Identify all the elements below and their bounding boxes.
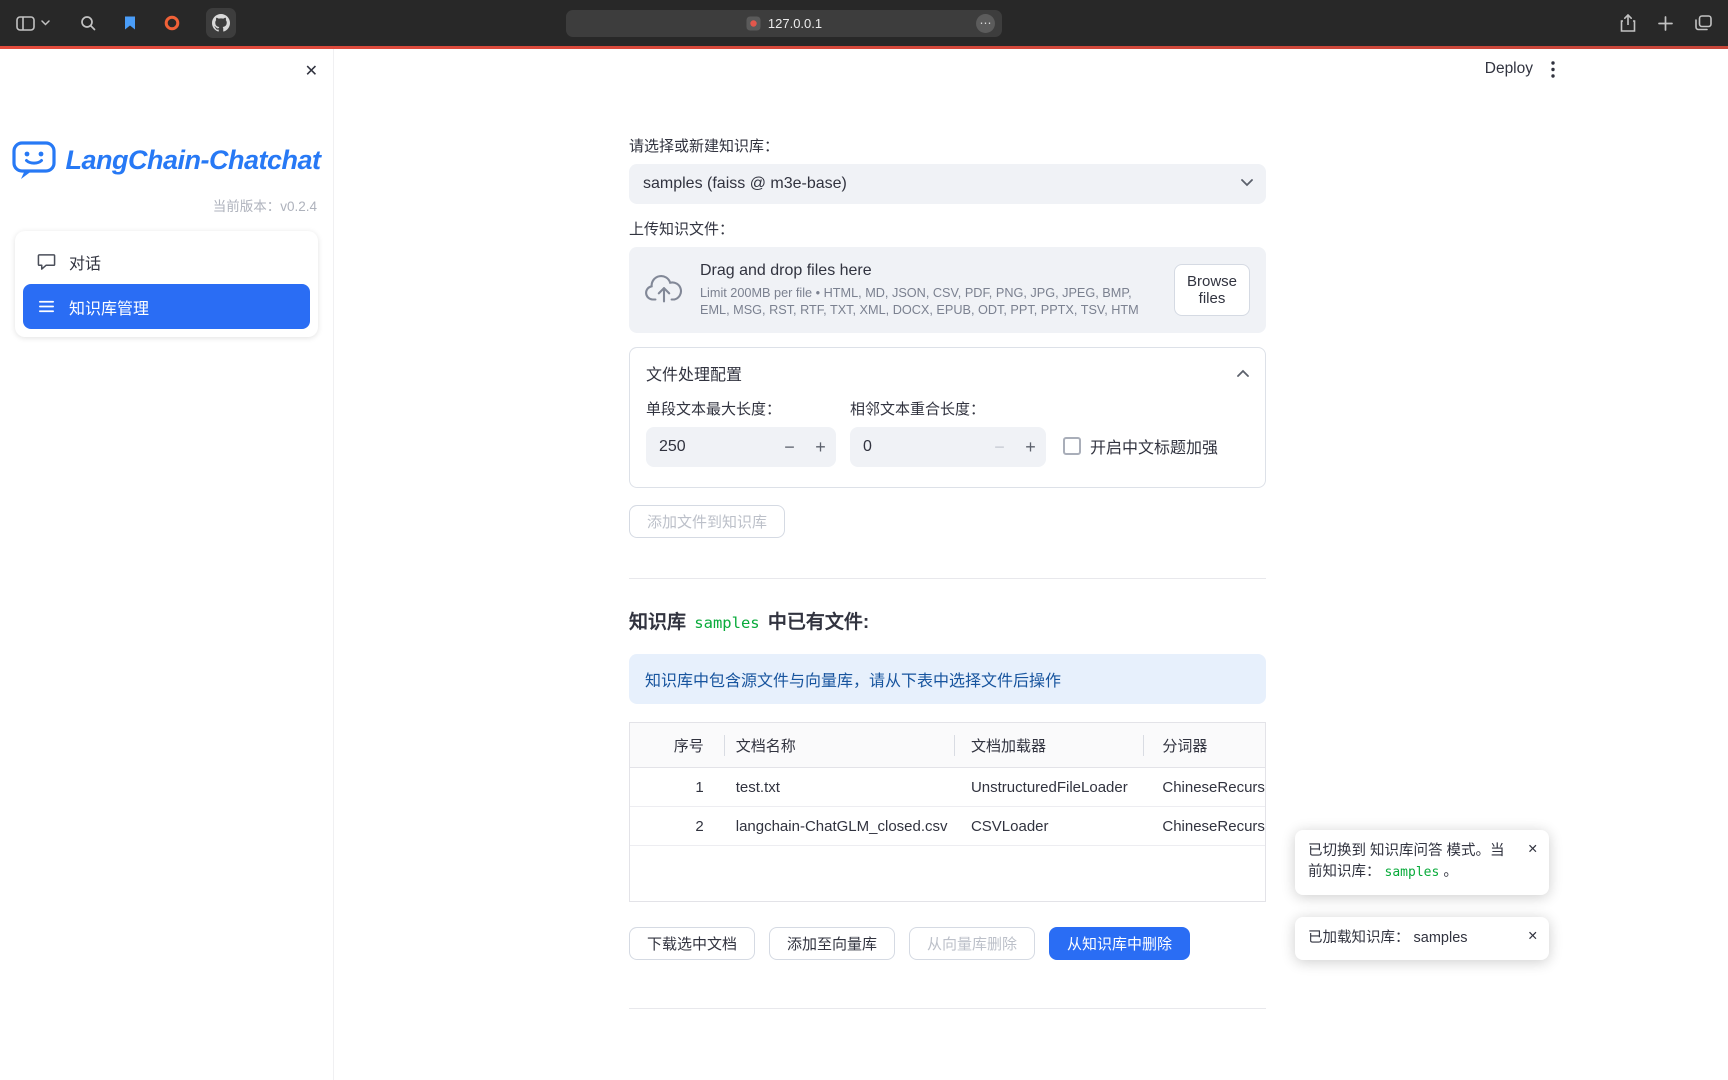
- expander-header[interactable]: 文件处理配置: [630, 348, 1265, 394]
- step-decrement-button: −: [984, 437, 1015, 458]
- new-tab-icon[interactable]: [1658, 16, 1673, 31]
- kb-files-heading: 知识库 samples 中已有文件:: [629, 607, 1266, 634]
- overlap-size-group: 相邻文本重合长度： 0 − +: [850, 398, 1046, 467]
- add-to-vector-store-button[interactable]: 添加至向量库: [769, 927, 895, 960]
- step-increment-button[interactable]: +: [1015, 437, 1046, 458]
- download-selected-button[interactable]: 下载选中文档: [629, 927, 755, 960]
- zh-title-enhance-checkbox[interactable]: 开启中文标题加强: [1063, 434, 1218, 458]
- overlap-size-input[interactable]: 0 − +: [850, 427, 1046, 467]
- step-increment-button[interactable]: +: [805, 437, 836, 458]
- divider: [629, 1008, 1266, 1009]
- knowledge-base-icon: [37, 297, 56, 316]
- delete-from-vector-store-button[interactable]: 从向量库删除: [909, 927, 1035, 960]
- sidebar: ✕ LangChain-Chatchat 当前版本：v0.2.4 对话: [0, 49, 334, 1080]
- share-icon[interactable]: [1620, 14, 1636, 33]
- sidebar-close-icon[interactable]: ✕: [305, 61, 318, 81]
- app-header-actions: Deploy: [1485, 60, 1555, 78]
- file-dropzone[interactable]: Drag and drop files here Limit 200MB per…: [629, 247, 1266, 333]
- info-banner: 知识库中包含源文件与向量库，请从下表中选择文件后操作: [629, 654, 1266, 704]
- table-header-row: 序号 文档名称 文档加载器 分词器: [630, 723, 1265, 768]
- cell-doc-name: langchain-ChatGLM_closed.csv: [725, 807, 955, 845]
- table-actions: 下载选中文档 添加至向量库 从向量库删除 从知识库中删除: [629, 927, 1266, 960]
- dropzone-limit: Limit 200MB per file • HTML, MD, JSON, C…: [700, 285, 1157, 318]
- delete-from-kb-button[interactable]: 从知识库中删除: [1049, 927, 1190, 960]
- table-row[interactable]: 2 langchain-ChatGLM_closed.csv CSVLoader…: [630, 807, 1265, 846]
- kb-select-label: 请选择或新建知识库：: [629, 135, 1266, 156]
- table-row[interactable]: 1 test.txt UnstructuredFileLoader Chines…: [630, 768, 1265, 807]
- sidebar-toggle-icon[interactable]: [16, 16, 35, 31]
- chevron-down-icon: [1241, 179, 1253, 187]
- chunk-size-input[interactable]: 250 − +: [646, 427, 836, 467]
- expander-body: 单段文本最大长度： 250 − + 相邻文本重合长度： 0 − +: [630, 394, 1265, 487]
- deploy-button[interactable]: Deploy: [1485, 60, 1533, 78]
- pinned-tab-blue-icon[interactable]: [122, 15, 138, 31]
- upload-label: 上传知识文件：: [629, 218, 1266, 239]
- toast-kb-name-code: samples: [1385, 865, 1440, 880]
- cell-index: 2: [630, 807, 725, 845]
- chevron-down-icon[interactable]: [41, 20, 50, 26]
- kebab-menu-icon[interactable]: [1551, 61, 1555, 78]
- cell-doc-name: test.txt: [725, 768, 955, 806]
- menu-item-knowledge-base[interactable]: 知识库管理: [23, 284, 310, 329]
- tabs-overview-icon[interactable]: [1695, 15, 1712, 31]
- divider: [629, 578, 1266, 579]
- heading-prefix: 知识库: [629, 612, 691, 633]
- toast-notification: 已切换到 知识库问答 模式。当前知识库： samples 。 ✕: [1295, 830, 1549, 895]
- browser-toolbar: 127.0.0.1 ⋯: [0, 0, 1728, 46]
- toast-close-icon[interactable]: ✕: [1528, 927, 1538, 946]
- overlap-size-value: 0: [850, 438, 984, 456]
- cell-splitter: ChineseRecursiveT: [1144, 807, 1265, 845]
- logo-text: LangChain-Chatchat: [65, 145, 320, 176]
- table-header-cell: 分词器: [1144, 723, 1265, 767]
- menu-item-dialogue[interactable]: 对话: [23, 239, 310, 284]
- table-header-cell: 文档加载器: [955, 723, 1144, 767]
- checkbox-icon: [1063, 437, 1081, 455]
- url-text: 127.0.0.1: [768, 16, 822, 31]
- extensions-ellipsis-icon[interactable]: ⋯: [976, 14, 995, 33]
- browse-files-button[interactable]: Browse files: [1174, 264, 1250, 316]
- cell-loader: UnstructuredFileLoader: [955, 768, 1144, 806]
- version-caption: 当前版本：v0.2.4: [0, 195, 333, 215]
- cell-loader: CSVLoader: [955, 807, 1144, 845]
- dropzone-title: Drag and drop files here: [700, 262, 1157, 280]
- menu-item-label: 对话: [69, 250, 101, 274]
- chunk-size-label: 单段文本最大长度：: [646, 398, 836, 419]
- cell-splitter: ChineseRecursiveT: [1144, 768, 1265, 806]
- expander-title: 文件处理配置: [646, 361, 742, 385]
- search-icon[interactable]: [80, 15, 96, 31]
- pinned-tab-orange-icon[interactable]: [164, 15, 180, 31]
- checkbox-label: 开启中文标题加强: [1090, 434, 1218, 458]
- step-decrement-button[interactable]: −: [774, 437, 805, 458]
- menu-item-label: 知识库管理: [69, 295, 149, 319]
- kb-selectbox[interactable]: samples (faiss @ m3e-base): [629, 164, 1266, 204]
- dropzone-text: Drag and drop files here Limit 200MB per…: [700, 262, 1157, 318]
- chat-bubble-icon: [37, 252, 56, 271]
- sidebar-menu: 对话 知识库管理: [15, 231, 318, 337]
- logo-chat-icon: [12, 139, 56, 181]
- github-tab-icon[interactable]: [206, 8, 236, 38]
- chunk-size-group: 单段文本最大长度： 250 − +: [646, 398, 836, 467]
- table-header-cell: 序号: [630, 723, 725, 767]
- toast-close-icon[interactable]: ✕: [1528, 840, 1538, 859]
- file-config-expander: 文件处理配置 单段文本最大长度： 250 − +: [629, 347, 1266, 488]
- heading-kb-name-code: samples: [694, 614, 759, 632]
- toast-text: 已加载知识库： samples: [1308, 930, 1468, 946]
- cloud-upload-icon: [645, 274, 683, 306]
- add-to-kb-button[interactable]: 添加文件到知识库: [629, 505, 785, 538]
- kb-selected-value: samples (faiss @ m3e-base): [643, 175, 847, 193]
- toast-notification: 已加载知识库： samples ✕: [1295, 917, 1549, 960]
- heading-suffix: 中已有文件:: [763, 612, 870, 633]
- files-table: 序号 文档名称 文档加载器 分词器 1 test.txt Unstructure…: [629, 722, 1266, 902]
- cell-index: 1: [630, 768, 725, 806]
- toast-text: 。: [1439, 864, 1458, 880]
- main-content: 请选择或新建知识库： samples (faiss @ m3e-base) 上传…: [629, 49, 1266, 1009]
- url-bar[interactable]: 127.0.0.1 ⋯: [566, 10, 1002, 37]
- app-logo: LangChain-Chatchat: [0, 139, 333, 181]
- table-header-cell: 文档名称: [725, 723, 955, 767]
- overlap-size-label: 相邻文本重合长度：: [850, 398, 1046, 419]
- chevron-up-icon: [1237, 369, 1249, 377]
- chunk-size-value: 250: [646, 438, 774, 456]
- site-favicon-icon: [746, 16, 761, 31]
